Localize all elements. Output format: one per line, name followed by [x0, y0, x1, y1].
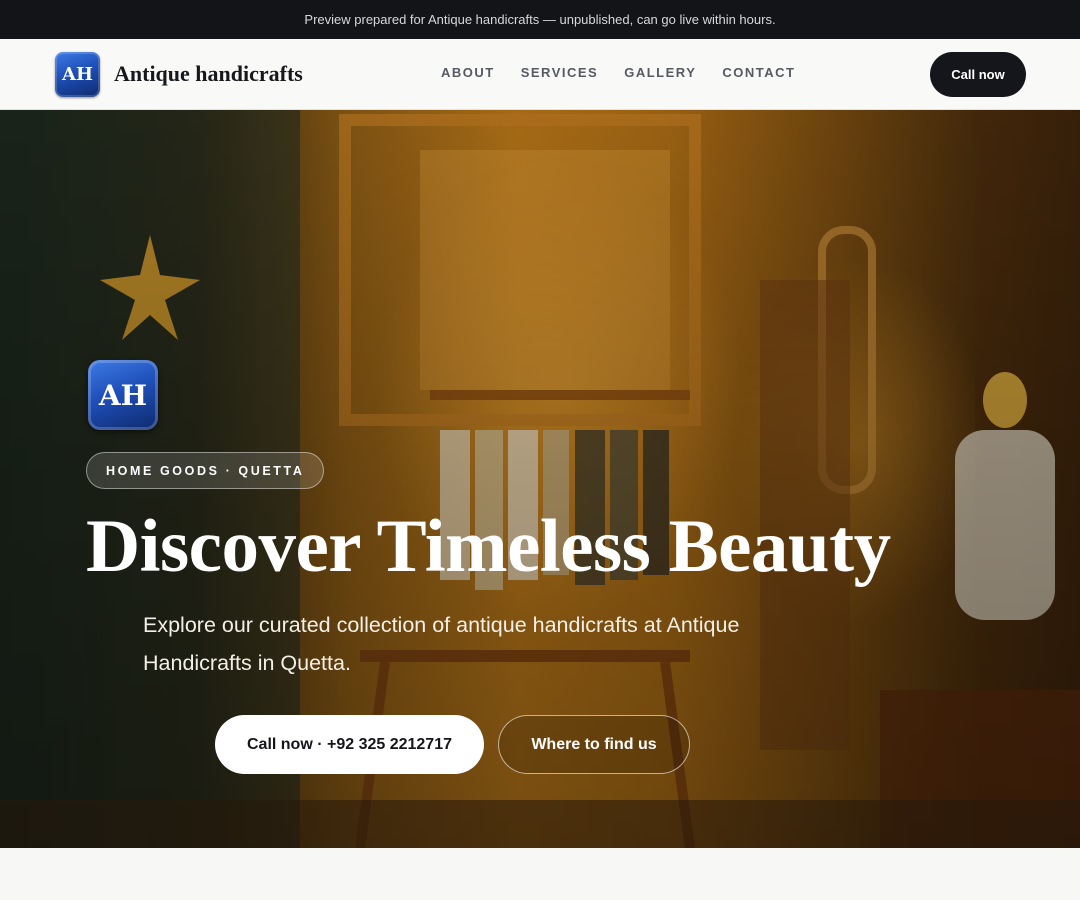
announcement-bar: Preview prepared for Antique handicrafts…: [0, 0, 1080, 39]
brand-name[interactable]: Antique handicrafts: [114, 61, 303, 87]
main-nav: ABOUT SERVICES GALLERY CONTACT: [441, 65, 821, 80]
call-phone-button[interactable]: Call now · +92 325 2212717: [215, 715, 484, 774]
site-header: AH Antique handicrafts ABOUT SERVICES GA…: [0, 39, 1080, 110]
announcement-text: Preview prepared for Antique handicrafts…: [304, 12, 776, 27]
hero-section: AH HOME GOODS · QUETTA Discover Timeless…: [0, 110, 1080, 848]
header-call-button[interactable]: Call now: [930, 52, 1026, 97]
nav-link-services[interactable]: SERVICES: [521, 65, 599, 80]
find-us-button[interactable]: Where to find us: [498, 715, 690, 774]
hero-category-tag: HOME GOODS · QUETTA: [86, 452, 325, 489]
nav-link-gallery[interactable]: GALLERY: [624, 65, 696, 80]
hero-logo-icon: AH: [88, 360, 158, 430]
nav-link-about[interactable]: ABOUT: [441, 65, 495, 80]
brand-logo-icon[interactable]: AH: [55, 52, 100, 97]
hero-title: Discover Timeless Beauty: [86, 505, 891, 588]
hero-subtitle: Explore our curated collection of antiqu…: [143, 613, 740, 675]
nav-link-contact[interactable]: CONTACT: [722, 65, 795, 80]
